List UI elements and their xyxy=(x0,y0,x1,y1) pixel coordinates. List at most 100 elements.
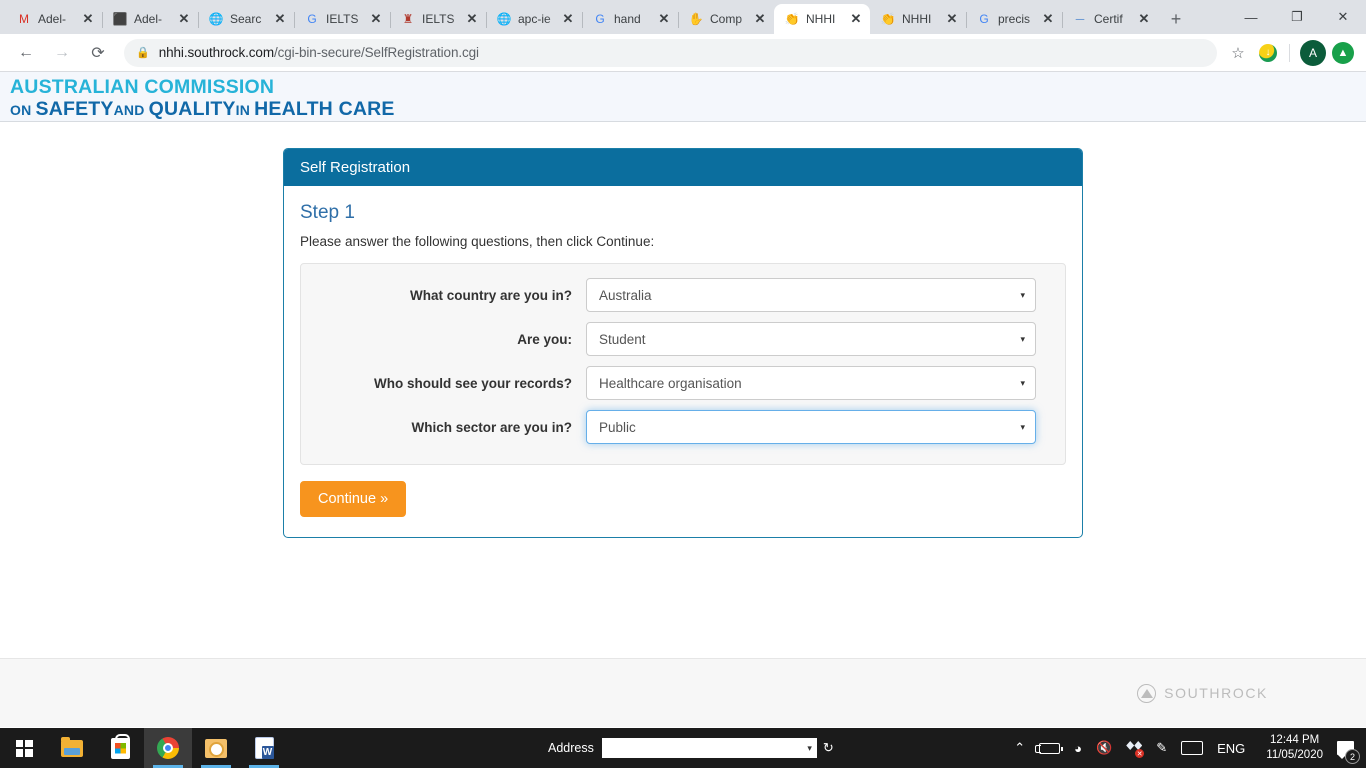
tab-close-icon[interactable]: ✕ xyxy=(464,11,480,27)
form-row: Who should see your records? Healthcare o… xyxy=(301,366,1041,400)
outlook-icon xyxy=(205,738,227,758)
chevron-down-icon[interactable]: ▾ xyxy=(1020,290,1025,301)
bookmark-star-icon[interactable]: ☆ xyxy=(1225,40,1251,66)
wifi-icon[interactable]: ◕ xyxy=(1067,728,1089,768)
chevron-down-icon[interactable]: ▾ xyxy=(1020,378,1025,389)
logo-safety: SAFETY xyxy=(35,98,114,120)
address-refresh-icon[interactable]: ↻ xyxy=(823,740,834,756)
continue-button[interactable]: Continue » xyxy=(300,481,407,517)
field-select[interactable]: Healthcare organisation ▾ xyxy=(586,366,1036,400)
browser-tab[interactable]: M Adel- ✕ xyxy=(6,4,103,34)
new-tab-button[interactable]: + xyxy=(1162,5,1190,33)
outlook-taskbar-button[interactable] xyxy=(192,728,240,768)
chrome-icon xyxy=(157,737,179,759)
tab-close-icon[interactable]: ✕ xyxy=(944,11,960,27)
field-value: Public xyxy=(599,419,636,435)
browser-menu-icon[interactable]: ▲ xyxy=(1332,41,1354,64)
extension-icon[interactable] xyxy=(1259,43,1277,62)
minimize-icon[interactable]: — xyxy=(1228,0,1274,34)
southrock-mark-icon xyxy=(1137,683,1157,703)
tab-close-icon[interactable]: ✕ xyxy=(176,11,192,27)
chrome-taskbar-button[interactable] xyxy=(144,728,192,768)
browser-tab[interactable]: Ghand ✕ xyxy=(582,4,679,34)
southrock-text: SOUTHROCK xyxy=(1164,685,1268,701)
tab-close-icon[interactable]: ✕ xyxy=(80,11,96,27)
browser-tab[interactable]: ♜ IELTS ✕ xyxy=(390,4,487,34)
pen-icon[interactable]: ✎ xyxy=(1149,728,1174,768)
tab-title: Comp xyxy=(710,12,743,26)
touch-keyboard-icon[interactable] xyxy=(1174,728,1210,768)
globe-icon: 🌐 xyxy=(208,12,224,26)
handwash-icon: 👏 xyxy=(880,12,896,26)
field-select[interactable]: Australia ▾ xyxy=(586,278,1036,312)
tab-close-icon[interactable]: ✕ xyxy=(1136,11,1152,27)
browser-toolbar: ← → ⟳ 🔒 nhhi.southrock.com/cgi-bin-secur… xyxy=(0,34,1366,72)
tab-close-icon[interactable]: ✕ xyxy=(656,11,672,27)
browser-tab[interactable]: ✋ Comp ✕ xyxy=(678,4,774,34)
browser-tab[interactable]: G IELTS ✕ xyxy=(294,4,391,34)
toolbar-divider xyxy=(1289,43,1290,62)
field-select[interactable]: Public ▾ xyxy=(586,410,1036,444)
tab-title: precis xyxy=(998,12,1031,26)
tab-strip: M Adel- ✕ ⬛ Adel- ✕ 🌐 Searc ✕ G IELTS ✕ ♜ IELTS ✕ 🌐 apc-… xyxy=(0,0,1366,34)
chevron-down-icon[interactable]: ▾ xyxy=(1020,334,1025,345)
start-button[interactable] xyxy=(0,728,48,768)
clock-date: 11/05/2020 xyxy=(1266,749,1323,761)
browser-tab[interactable]: Gprecis ✕ xyxy=(966,4,1063,34)
doc-icon: ─ xyxy=(1075,12,1085,26)
logo-in: IN xyxy=(235,102,255,118)
address-toolbar-input[interactable]: ▾ xyxy=(601,738,817,758)
volume-muted-icon[interactable]: 🔇 xyxy=(1089,728,1119,768)
lock-icon: 🔒 xyxy=(136,47,150,59)
chevron-down-icon[interactable]: ▾ xyxy=(1020,422,1025,433)
sheets-icon: ⬛ xyxy=(112,12,128,26)
browser-tab[interactable]: 👏 NHHI ✕ xyxy=(774,4,870,34)
system-tray: ⌃ ◕ 🔇 ✕ ✎ ENG 12:44 PM 11/05/2020 2 xyxy=(1007,728,1366,768)
forward-icon[interactable]: → xyxy=(47,38,77,68)
profile-avatar[interactable]: A xyxy=(1300,39,1326,66)
url-path: /cgi-bin-secure/SelfRegistration.cgi xyxy=(273,45,479,60)
card-title: Self Registration xyxy=(284,149,1082,186)
chevron-down-icon[interactable]: ▾ xyxy=(807,743,812,754)
word-taskbar-button[interactable] xyxy=(240,728,288,768)
reload-icon[interactable]: ⟳ xyxy=(83,38,113,68)
maximize-icon[interactable]: ❐ xyxy=(1274,0,1320,34)
back-icon[interactable]: ← xyxy=(11,38,41,68)
tab-close-icon[interactable]: ✕ xyxy=(272,11,288,27)
clock-time: 12:44 PM xyxy=(1270,734,1320,746)
folder-icon xyxy=(61,736,83,757)
clock[interactable]: 12:44 PM 11/05/2020 xyxy=(1252,733,1331,763)
tab-title: Adel- xyxy=(134,12,163,26)
tab-close-icon[interactable]: ✕ xyxy=(752,11,768,27)
file-explorer-button[interactable] xyxy=(48,728,96,768)
tab-title: IELTS xyxy=(422,12,455,26)
battery-icon[interactable] xyxy=(1032,728,1067,768)
browser-tab[interactable]: 👏 NHHI ✕ xyxy=(870,4,967,34)
window-controls: — ❐ ✕ xyxy=(1228,0,1366,34)
field-value: Student xyxy=(599,331,646,347)
dropbox-icon[interactable]: ✕ xyxy=(1119,728,1149,768)
browser-tab[interactable]: ─ Certif ✕ xyxy=(1062,4,1158,34)
form-row: What country are you in? Australia ▾ xyxy=(301,278,1041,312)
address-bar[interactable]: 🔒 nhhi.southrock.com/cgi-bin-secure/Self… xyxy=(124,38,1217,67)
tray-overflow-icon[interactable]: ⌃ xyxy=(1007,728,1032,768)
notification-center-button[interactable]: 2 xyxy=(1331,728,1366,768)
close-icon[interactable]: ✕ xyxy=(1320,0,1366,34)
browser-tab[interactable]: 🌐 Searc ✕ xyxy=(198,4,295,34)
globe-icon: 🌐 xyxy=(496,12,512,26)
tab-close-icon[interactable]: ✕ xyxy=(848,11,864,27)
url-host: nhhi.southrock.com xyxy=(158,45,274,60)
tab-title: NHHI xyxy=(806,12,836,26)
field-value: Australia xyxy=(599,287,652,303)
browser-tab[interactable]: 🌐 apc-ie ✕ xyxy=(486,4,583,34)
tab-close-icon[interactable]: ✕ xyxy=(560,11,576,27)
browser-tab[interactable]: ⬛ Adel- ✕ xyxy=(102,4,199,34)
language-indicator[interactable]: ENG xyxy=(1210,728,1252,768)
field-label: What country are you in? xyxy=(409,287,572,303)
field-select[interactable]: Student ▾ xyxy=(586,322,1036,356)
page-content: Self Registration Step 1 Please answer t… xyxy=(0,122,1366,658)
microsoft-store-button[interactable] xyxy=(96,728,144,768)
tab-close-icon[interactable]: ✕ xyxy=(368,11,384,27)
tab-close-icon[interactable]: ✕ xyxy=(1040,11,1056,27)
field-label: Who should see your records? xyxy=(373,375,572,391)
